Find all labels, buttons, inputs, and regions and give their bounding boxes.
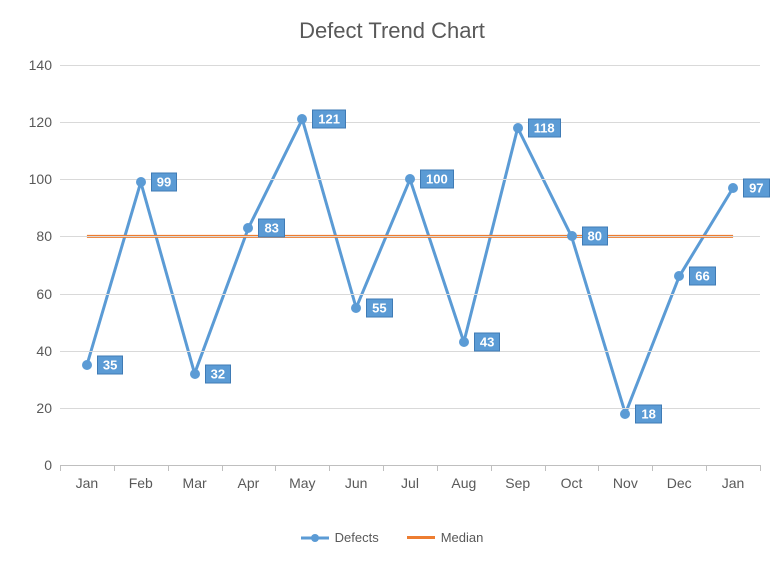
data-marker: [82, 360, 92, 370]
defect-trend-chart: Defect Trend Chart 0 20 40 60 80 100 120 140 Jan…: [0, 0, 784, 563]
x-tick-mark: [491, 465, 492, 471]
y-tick-label: 0: [44, 457, 52, 473]
x-tick-label: Jan: [722, 475, 745, 491]
x-tick-mark: [114, 465, 115, 471]
data-label: 55: [366, 298, 392, 317]
chart-title: Defect Trend Chart: [0, 18, 784, 44]
data-marker: [513, 123, 523, 133]
legend-swatch-defects-icon: [301, 532, 329, 544]
x-tick-label: Dec: [667, 475, 692, 491]
data-label: 43: [474, 333, 500, 352]
gridline: [60, 294, 760, 295]
x-tick-mark: [60, 465, 61, 471]
y-tick-label: 120: [29, 114, 52, 130]
data-label: 18: [635, 404, 661, 423]
y-tick-label: 140: [29, 57, 52, 73]
x-tick-label: Apr: [238, 475, 260, 491]
gridline: [60, 65, 760, 66]
y-tick-label: 80: [36, 228, 52, 244]
legend-item-defects: Defects: [301, 530, 379, 545]
x-tick-label: Oct: [561, 475, 583, 491]
y-tick-label: 40: [36, 343, 52, 359]
gridline: [60, 236, 760, 237]
legend: Defects Median: [0, 530, 784, 545]
data-label: 32: [205, 364, 231, 383]
x-tick-mark: [760, 465, 761, 471]
defects-line: [87, 119, 733, 413]
x-tick-label: Aug: [451, 475, 476, 491]
data-label: 35: [97, 356, 123, 375]
y-tick-label: 20: [36, 400, 52, 416]
x-tick-label: Mar: [183, 475, 207, 491]
x-tick-mark: [168, 465, 169, 471]
legend-swatch-median-icon: [407, 536, 435, 539]
data-marker: [136, 177, 146, 187]
data-marker: [728, 183, 738, 193]
x-tick-mark: [437, 465, 438, 471]
y-tick-label: 100: [29, 171, 52, 187]
data-label: 80: [582, 227, 608, 246]
data-marker: [190, 369, 200, 379]
data-label: 99: [151, 173, 177, 192]
data-label: 100: [420, 170, 454, 189]
x-tick-label: Jun: [345, 475, 368, 491]
x-tick-mark: [598, 465, 599, 471]
x-tick-label: Jul: [401, 475, 419, 491]
x-tick-mark: [706, 465, 707, 471]
data-label: 83: [258, 218, 284, 237]
data-marker: [620, 409, 630, 419]
x-tick-mark: [222, 465, 223, 471]
data-label: 97: [743, 178, 769, 197]
data-marker: [567, 231, 577, 241]
data-marker: [351, 303, 361, 313]
data-label: 121: [312, 110, 346, 129]
x-tick-label: Sep: [505, 475, 530, 491]
x-tick-mark: [545, 465, 546, 471]
x-tick-mark: [652, 465, 653, 471]
data-label: 118: [528, 118, 561, 137]
x-axis: [60, 465, 760, 466]
gridline: [60, 122, 760, 123]
y-tick-label: 60: [36, 286, 52, 302]
data-marker: [459, 337, 469, 347]
x-tick-label: Feb: [129, 475, 153, 491]
legend-item-median: Median: [407, 530, 484, 545]
data-label: 66: [689, 267, 715, 286]
gridline: [60, 351, 760, 352]
x-tick-label: May: [289, 475, 315, 491]
x-tick-mark: [275, 465, 276, 471]
legend-label-median: Median: [441, 530, 484, 545]
x-tick-mark: [329, 465, 330, 471]
x-tick-label: Nov: [613, 475, 638, 491]
x-tick-label: Jan: [76, 475, 99, 491]
legend-label-defects: Defects: [335, 530, 379, 545]
plot-area: 020406080100120140JanFebMarAprMayJunJulA…: [60, 65, 760, 465]
x-tick-mark: [383, 465, 384, 471]
